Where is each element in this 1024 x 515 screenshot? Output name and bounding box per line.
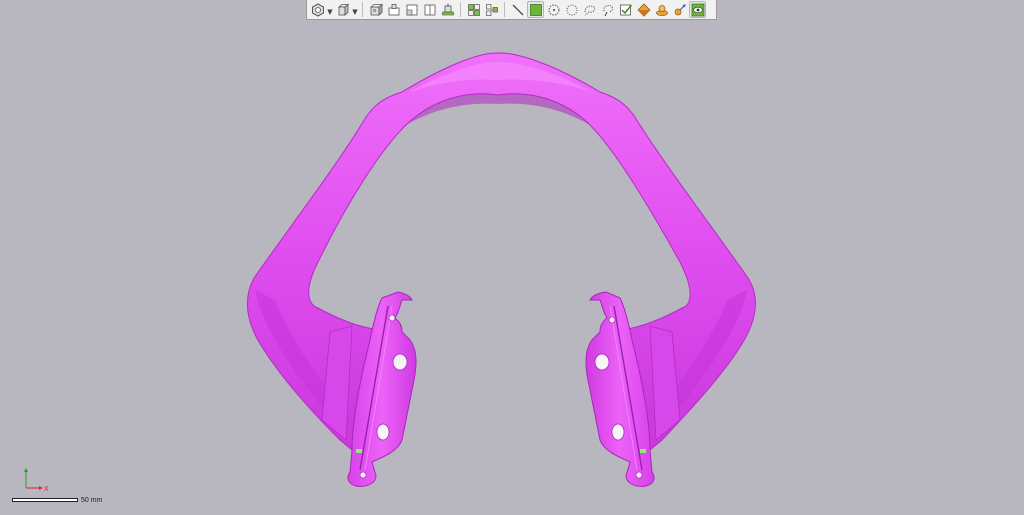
scale-indicator: 50 mm — [12, 494, 102, 506]
y-axis-arrow — [24, 468, 28, 472]
scale-label: 50 mm — [81, 496, 103, 504]
3d-viewport[interactable]: ▼ ▼ X 50 mm — [0, 0, 1024, 515]
axis-triad: X — [24, 468, 49, 493]
x-axis-arrow — [39, 486, 43, 490]
scale-bar — [12, 498, 78, 502]
model-canvas[interactable] — [0, 0, 1024, 515]
x-axis-label: X — [44, 486, 49, 493]
